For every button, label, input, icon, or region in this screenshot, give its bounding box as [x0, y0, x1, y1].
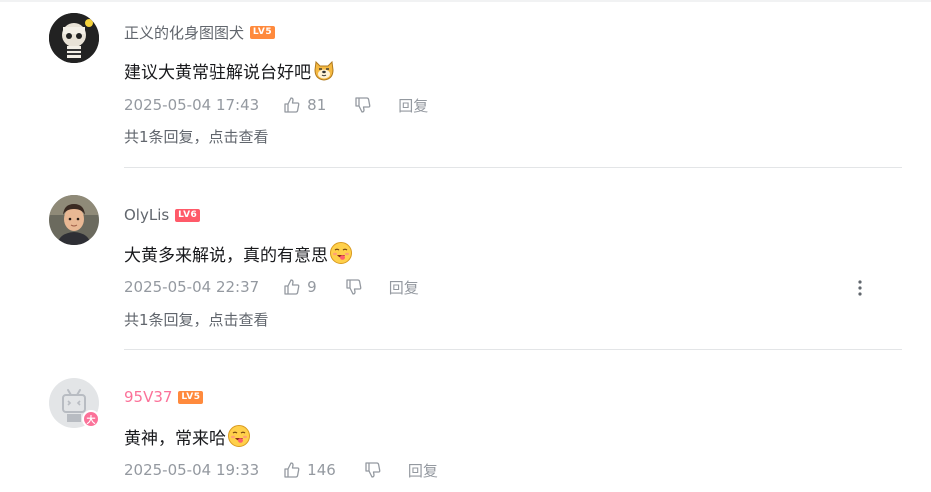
like-button[interactable]: 9 — [283, 278, 345, 296]
comment-meta: 2025-05-04 22:37 9 回复 — [124, 276, 419, 298]
username-text[interactable]: OlyLis — [124, 206, 169, 224]
avatar[interactable]: 大 — [49, 378, 100, 428]
username[interactable]: 95V37 LV5 — [124, 386, 204, 408]
thumb-up-icon — [284, 462, 300, 478]
like-count: 81 — [307, 96, 327, 114]
level-badge: LV6 — [175, 208, 201, 222]
like-count: 9 — [307, 278, 317, 296]
comment-text: 大黄多来解说，真的有意思 — [124, 245, 328, 266]
username-text[interactable]: 正义的化身图图犬 — [124, 22, 244, 43]
doge-emoji — [312, 58, 336, 82]
lick-lips-emoji — [329, 241, 353, 265]
thumb-down-icon — [365, 462, 381, 478]
comment-text: 黄神，常来哈 — [124, 428, 226, 449]
like-button[interactable]: 81 — [283, 96, 354, 114]
comment-time: 2025-05-04 17:43 — [124, 96, 260, 114]
view-replies-link[interactable]: 共1条回复，点击查看 — [124, 125, 269, 147]
comment-text: 建议大黄常驻解说台好吧 — [124, 62, 311, 83]
thumb-down-icon — [355, 97, 371, 113]
comment-content: 大黄多来解说，真的有意思 — [124, 239, 353, 267]
comment-time: 2025-05-04 19:33 — [124, 461, 260, 479]
comment-meta: 2025-05-04 17:43 81 回复 — [124, 94, 428, 116]
reply-button[interactable]: 回复 — [408, 460, 438, 481]
level-badge: LV5 — [178, 390, 204, 404]
lick-lips-emoji — [227, 424, 251, 448]
dislike-button[interactable] — [364, 461, 382, 479]
thumb-down-icon — [346, 279, 362, 295]
reply-button[interactable]: 回复 — [389, 277, 419, 298]
dislike-button[interactable] — [354, 96, 372, 114]
thumb-up-icon — [284, 97, 300, 113]
avatar[interactable] — [49, 13, 99, 63]
dislike-button[interactable] — [345, 278, 363, 296]
comment-divider — [124, 349, 902, 350]
like-button[interactable]: 146 — [283, 461, 364, 479]
like-count: 146 — [307, 461, 336, 479]
vip-badge-icon: 大 — [82, 410, 100, 428]
more-options-icon[interactable] — [852, 277, 868, 299]
avatar[interactable] — [49, 195, 99, 245]
username-text[interactable]: 95V37 — [124, 388, 172, 406]
comment-divider — [124, 167, 902, 168]
level-badge: LV5 — [250, 25, 276, 39]
comment-content: 黄神，常来哈 — [124, 422, 251, 450]
comment-meta: 2025-05-04 19:33 146 回复 — [124, 459, 438, 481]
username[interactable]: 正义的化身图图犬 LV5 — [124, 21, 276, 43]
username[interactable]: OlyLis LV6 — [124, 204, 201, 226]
comment-content: 建议大黄常驻解说台好吧 — [124, 56, 336, 84]
reply-button[interactable]: 回复 — [398, 95, 428, 116]
comment-time: 2025-05-04 22:37 — [124, 278, 260, 296]
view-replies-link[interactable]: 共1条回复，点击查看 — [124, 308, 269, 330]
top-border — [0, 0, 931, 2]
thumb-up-icon — [284, 279, 300, 295]
